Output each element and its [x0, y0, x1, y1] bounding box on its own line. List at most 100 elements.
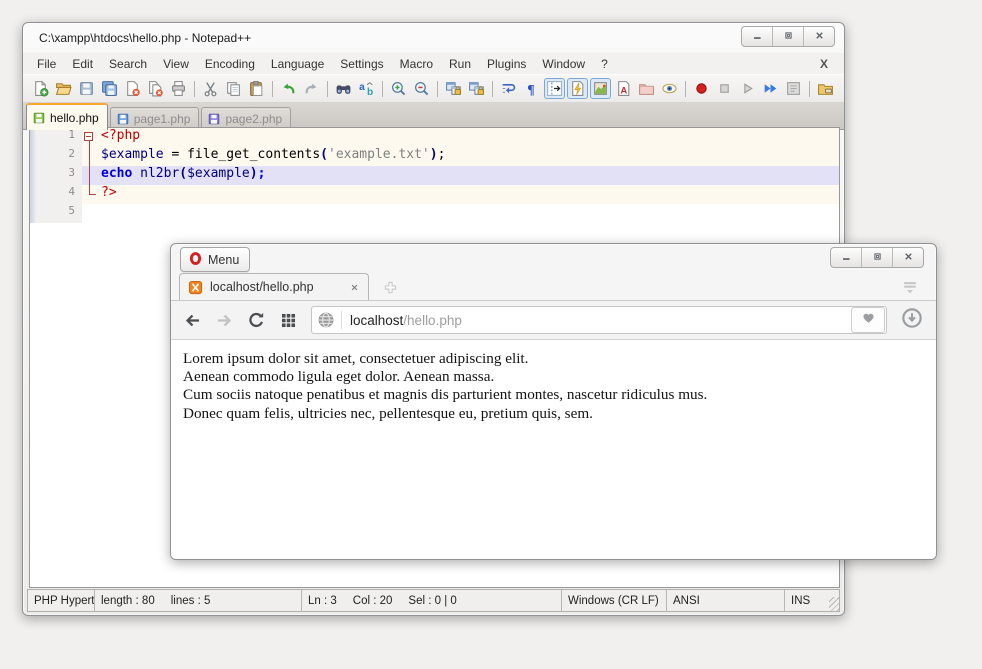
zoom-out-icon[interactable] [411, 78, 432, 99]
speed-dial-button[interactable] [279, 311, 298, 330]
toolbar-separator [327, 81, 328, 97]
opera-window: Menu localhost/hello.php localhost/hello… [170, 243, 937, 560]
toolbar-separator [492, 81, 493, 97]
menu-window[interactable]: Window [534, 55, 593, 73]
toolbar: ab ¶ A [23, 74, 844, 103]
close-all-icon[interactable] [145, 78, 166, 99]
browser-tab-bar: localhost/hello.php [171, 273, 936, 301]
macro-save-icon[interactable] [783, 78, 804, 99]
document-map-icon[interactable] [590, 78, 611, 99]
editor-line-2[interactable]: 2$example = file_get_contents('example.t… [30, 147, 839, 166]
restore-icon [872, 249, 883, 267]
menu-run[interactable]: Run [441, 55, 479, 73]
new-tab-button[interactable] [383, 280, 398, 300]
document-list-icon[interactable]: A [613, 78, 634, 99]
editor-line-3[interactable]: 3echo nl2br($example); [30, 166, 839, 185]
menu-settings[interactable]: Settings [332, 55, 391, 73]
status-eol-format[interactable]: Windows (CR LF) [562, 590, 667, 611]
notepad-titlebar[interactable]: C:\xampp\htdocs\hello.php - Notepad++ [23, 23, 844, 53]
menu-plugins[interactable]: Plugins [479, 55, 534, 73]
document-tab-bar: hello.php page1.php page2.php [23, 103, 844, 130]
menu-[interactable]: ? [593, 55, 616, 73]
menu-encoding[interactable]: Encoding [197, 55, 263, 73]
save-all-icon[interactable] [99, 78, 120, 99]
forward-button[interactable] [215, 311, 234, 330]
copy-icon[interactable] [223, 78, 244, 99]
save-icon[interactable] [76, 78, 97, 99]
zoom-in-icon[interactable] [388, 78, 409, 99]
line-number: 2 [36, 147, 82, 166]
doc-tab-page2-php[interactable]: page2.php [201, 107, 291, 129]
fold-margin [82, 204, 98, 223]
resize-grip[interactable] [829, 597, 839, 611]
menu-view[interactable]: View [155, 55, 197, 73]
menu-file[interactable]: File [29, 55, 64, 73]
browser-toolbar: localhost/hello.php [171, 300, 936, 340]
doc-tab-page1-php[interactable]: page1.php [110, 107, 200, 129]
status-insert-mode[interactable]: INS [785, 590, 829, 611]
line-number: 4 [36, 185, 82, 204]
tab-menu-icon[interactable] [902, 279, 918, 300]
restore-button[interactable] [861, 248, 892, 267]
menu-language[interactable]: Language [263, 55, 332, 73]
fold-margin[interactable] [82, 128, 98, 147]
macro-play-icon[interactable] [737, 78, 758, 99]
tab-label: page1.php [134, 112, 191, 126]
sync-horizontal-icon[interactable] [466, 78, 487, 99]
download-button[interactable] [900, 308, 924, 332]
svg-text:a: a [359, 82, 365, 93]
new-file-icon[interactable] [30, 78, 51, 99]
address-url[interactable]: localhost/hello.php [350, 313, 462, 328]
rendered-text-line: Aenean commodo ligula eget dolor. Aenean… [183, 368, 924, 386]
minimize-button[interactable] [831, 248, 861, 267]
print-icon[interactable] [168, 78, 189, 99]
close-button[interactable] [803, 27, 834, 46]
minimize-button[interactable] [742, 27, 772, 46]
folder-as-workspace-icon[interactable] [636, 78, 657, 99]
editor-line-5[interactable]: 5 [30, 204, 839, 223]
tab-title: localhost/hello.php [210, 280, 342, 294]
address-bar[interactable]: localhost/hello.php [311, 306, 887, 334]
cut-icon[interactable] [200, 78, 221, 99]
indent-guide-icon[interactable] [544, 78, 565, 99]
editor-line-4[interactable]: 4?> [30, 185, 839, 204]
back-button[interactable] [183, 311, 202, 330]
menu-edit[interactable]: Edit [64, 55, 101, 73]
menu-search[interactable]: Search [101, 55, 155, 73]
menubar-close-button[interactable]: X [820, 57, 828, 71]
undo-icon[interactable] [278, 78, 299, 99]
bookmark-heart-button[interactable] [851, 307, 885, 333]
toolbar-separator [194, 81, 195, 97]
close-button[interactable] [892, 248, 923, 267]
editor-line-1[interactable]: 1<?php [30, 128, 839, 147]
rendered-text-line: Lorem ipsum dolor sit amet, consectetuer… [183, 350, 924, 368]
doc-tab-hello-php[interactable]: hello.php [26, 103, 108, 130]
find-icon[interactable] [333, 78, 354, 99]
paste-icon[interactable] [246, 78, 267, 99]
tab-close-icon[interactable] [349, 282, 360, 293]
close-icon[interactable] [122, 78, 143, 99]
open-file-icon[interactable] [53, 78, 74, 99]
minimize-icon [841, 249, 852, 267]
redo-icon[interactable] [301, 78, 322, 99]
reload-button[interactable] [247, 311, 266, 330]
site-badge-icon[interactable] [317, 311, 335, 329]
status-doc-type: PHP Hyperte [28, 590, 95, 611]
status-encoding[interactable]: ANSI [667, 590, 785, 611]
replace-icon[interactable]: ab [356, 78, 377, 99]
sync-vertical-icon[interactable] [443, 78, 464, 99]
view-eye-icon[interactable] [659, 78, 680, 99]
word-wrap-icon[interactable] [498, 78, 519, 99]
macro-stop-icon[interactable] [714, 78, 735, 99]
line-number: 5 [36, 204, 82, 223]
opera-menu-button[interactable]: Menu [180, 247, 250, 272]
menu-macro[interactable]: Macro [392, 55, 441, 73]
show-all-characters-icon[interactable]: ¶ [521, 78, 542, 99]
function-completion-icon[interactable] [567, 78, 588, 99]
browser-tab[interactable]: localhost/hello.php [179, 273, 369, 300]
restore-button[interactable] [772, 27, 803, 46]
page-content: Lorem ipsum dolor sit amet, consectetuer… [171, 340, 936, 559]
macro-record-icon[interactable] [691, 78, 712, 99]
load-session-icon[interactable] [815, 78, 836, 99]
macro-run-multiple-icon[interactable] [760, 78, 781, 99]
